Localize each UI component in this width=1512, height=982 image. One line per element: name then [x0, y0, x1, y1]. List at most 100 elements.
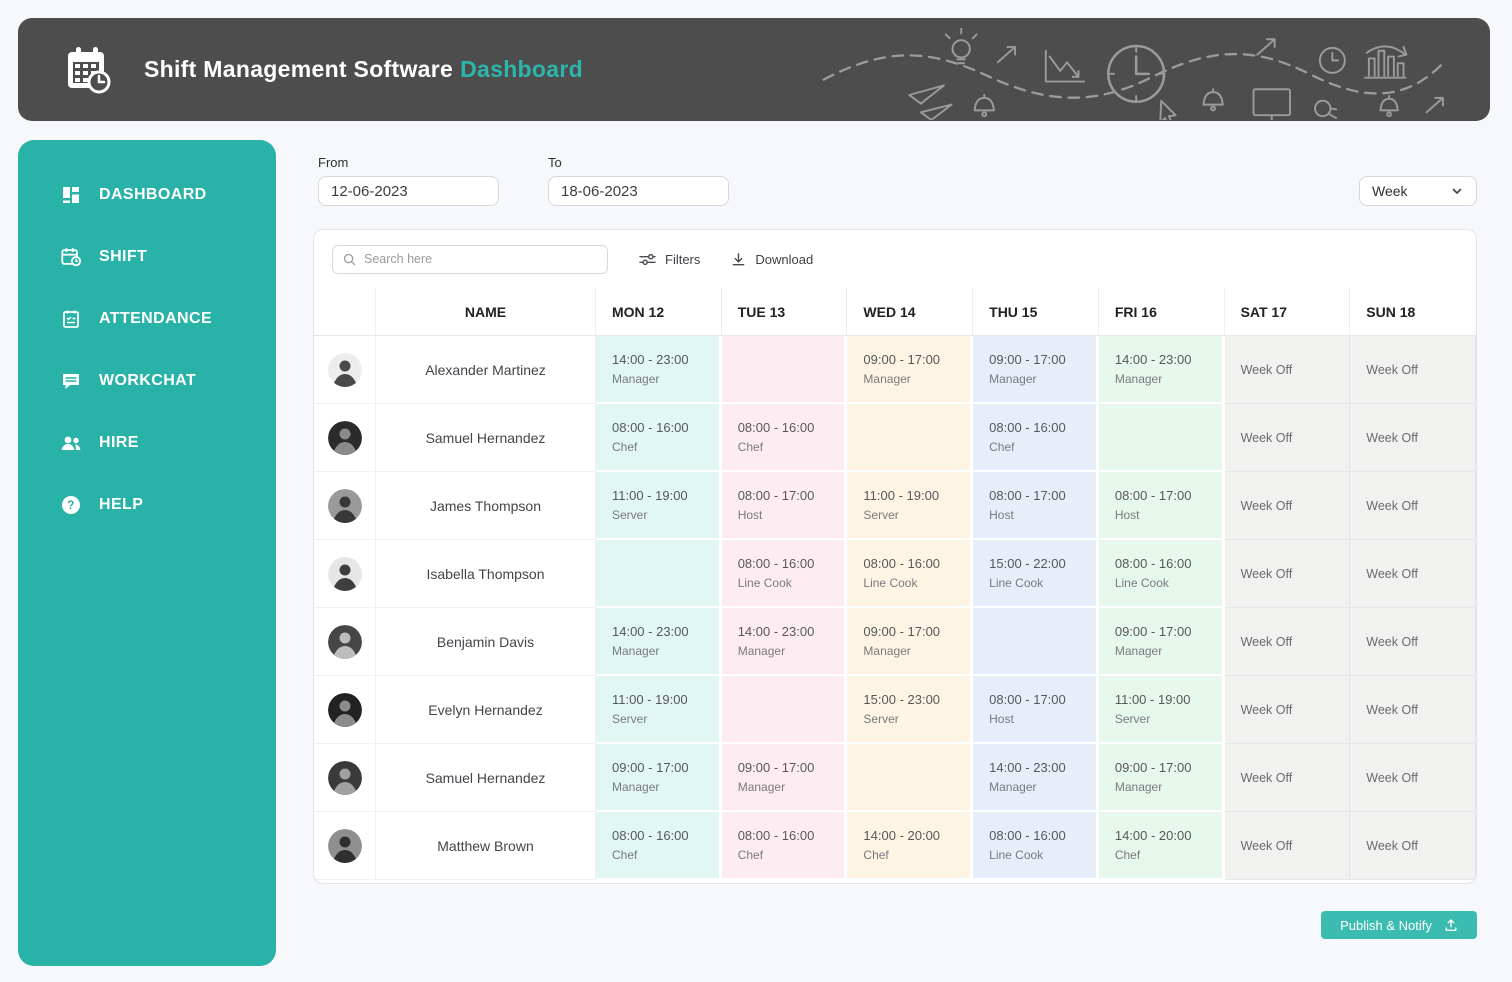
shift-cell[interactable]: Week Off [1225, 404, 1351, 472]
shift-cell[interactable]: 11:00 - 19:00Server [596, 472, 722, 540]
shift-cell[interactable] [722, 336, 848, 404]
download-button[interactable]: Download [731, 252, 813, 267]
shift-cell[interactable]: Week Off [1225, 676, 1351, 744]
sidebar-item-label: HELP [99, 496, 143, 514]
table-row: Benjamin Davis14:00 - 23:00Manager14:00 … [314, 608, 1476, 676]
shift-cell[interactable]: 14:00 - 23:00Manager [1099, 336, 1225, 404]
shift-cell[interactable]: 11:00 - 19:00Server [596, 676, 722, 744]
shift-cell[interactable]: 14:00 - 20:00Chef [1099, 812, 1225, 880]
shift-cell[interactable]: 09:00 - 17:00Manager [722, 744, 848, 812]
sidebar-item-attendance[interactable]: ATTENDANCE [18, 288, 276, 350]
shift-time: 09:00 - 17:00 [612, 760, 719, 775]
table-row: Samuel Hernandez08:00 - 16:00Chef08:00 -… [314, 404, 1476, 472]
to-date-group: To [548, 155, 729, 206]
shift-cell[interactable]: Week Off [1225, 744, 1351, 812]
shift-cell[interactable] [722, 676, 848, 744]
shift-cell[interactable]: 08:00 - 16:00Chef [722, 812, 848, 880]
shift-cell[interactable]: Week Off [1225, 336, 1351, 404]
sidebar-item-dashboard[interactable]: DASHBOARD [18, 164, 276, 226]
week-off-label: Week Off [1241, 431, 1350, 445]
header-doodle-decoration [806, 20, 1476, 120]
shift-cell[interactable] [847, 404, 973, 472]
shift-cell[interactable]: Week Off [1350, 472, 1476, 540]
shift-cell[interactable]: 08:00 - 16:00Chef [596, 404, 722, 472]
period-dropdown[interactable]: Week [1359, 176, 1477, 206]
shift-cell[interactable]: 08:00 - 16:00Line Cook [1099, 540, 1225, 608]
shift-cell[interactable]: 14:00 - 23:00Manager [722, 608, 848, 676]
shift-cell[interactable]: 14:00 - 23:00Manager [596, 608, 722, 676]
shift-cell[interactable]: 08:00 - 16:00Chef [722, 404, 848, 472]
from-date-input[interactable] [318, 176, 499, 206]
shift-cell[interactable]: 08:00 - 17:00Host [722, 472, 848, 540]
shift-cell[interactable]: Week Off [1350, 540, 1476, 608]
shift-role: Chef [1115, 848, 1222, 862]
shift-role: Server [863, 508, 970, 522]
shift-cell[interactable]: 09:00 - 17:00Manager [847, 608, 973, 676]
table-row: Matthew Brown08:00 - 16:00Chef08:00 - 16… [314, 812, 1476, 880]
shift-cell[interactable]: 08:00 - 16:00 Chef [596, 812, 722, 880]
from-label: From [318, 155, 499, 170]
shift-cell[interactable]: Week Off [1225, 472, 1351, 540]
shift-cell[interactable]: 15:00 - 23:00Server [847, 676, 973, 744]
shift-role: Host [989, 508, 1096, 522]
shift-cell[interactable]: Week Off [1350, 676, 1476, 744]
shift-cell[interactable]: 08:00 - 17:00Host [973, 472, 1099, 540]
shift-time: 08:00 - 16:00 [612, 828, 719, 843]
shift-role: Manager [1115, 372, 1222, 386]
shift-cell[interactable] [973, 608, 1099, 676]
shift-cell[interactable]: Week Off [1350, 608, 1476, 676]
shift-cell[interactable]: Week Off [1350, 404, 1476, 472]
week-off-label: Week Off [1241, 363, 1350, 377]
shift-cell[interactable]: Week Off [1350, 744, 1476, 812]
sidebar: DASHBOARDSHIFTATTENDANCEWORKCHAT HIRE ?HEL… [18, 140, 276, 966]
shift-cell[interactable]: 08:00 - 16:00Line Cook [722, 540, 848, 608]
shift-cell[interactable]: 09:00 - 17:00Manager [973, 336, 1099, 404]
shift-cell[interactable]: 09:00 - 17:00Manager [1099, 744, 1225, 812]
sidebar-item-shift[interactable]: SHIFT [18, 226, 276, 288]
shift-cell[interactable]: 14:00 - 20:00Chef [847, 812, 973, 880]
shift-cell[interactable]: 08:00 - 17:00Host [1099, 472, 1225, 540]
table-header-row: NAMEMON 12TUE 13WED 14THU 15FRI 16SAT 17… [314, 288, 1476, 336]
shift-cell[interactable]: 15:00 - 22:00Line Cook [973, 540, 1099, 608]
shift-cell[interactable]: Week Off [1225, 540, 1351, 608]
search-input[interactable] [364, 252, 597, 266]
shift-time: 09:00 - 17:00 [863, 352, 970, 367]
shift-cell[interactable]: 08:00 - 16:00Line Cook [847, 540, 973, 608]
shift-role: Chef [612, 848, 719, 862]
shift-cell[interactable]: 08:00 - 16:00Chef [973, 404, 1099, 472]
column-header-tue-13: TUE 13 [722, 288, 848, 336]
shift-time: 14:00 - 23:00 [612, 624, 719, 639]
shift-cell[interactable]: 09:00 - 17:00Manager [847, 336, 973, 404]
shift-cell[interactable]: Week Off [1225, 812, 1351, 880]
shift-cell[interactable]: 09:00 - 17:00Manager [596, 744, 722, 812]
to-date-input[interactable] [548, 176, 729, 206]
sidebar-item-help[interactable]: ?HELP [18, 474, 276, 536]
shift-cell[interactable]: 14:00 - 23:00Manager [973, 744, 1099, 812]
shift-cell[interactable]: 08:00 - 17:00Host [973, 676, 1099, 744]
week-off-label: Week Off [1366, 839, 1475, 853]
shift-cell[interactable] [1099, 404, 1225, 472]
shift-cell[interactable]: Week Off [1350, 336, 1476, 404]
search-box [332, 245, 608, 274]
shift-role: Server [1115, 712, 1222, 726]
shift-cell[interactable]: 11:00 - 19:00 Server [1099, 676, 1225, 744]
workchat-icon [60, 370, 82, 392]
filters-button[interactable]: Filters [639, 252, 700, 267]
shift-cell[interactable]: 09:00 - 17:00Manager [1099, 608, 1225, 676]
avatar [314, 336, 376, 404]
shift-cell[interactable]: 14:00 - 23:00Manager [596, 336, 722, 404]
shift-cell[interactable] [596, 540, 722, 608]
shift-cell[interactable]: Week Off [1225, 608, 1351, 676]
publish-notify-label: Publish & Notify [1340, 918, 1432, 933]
publish-notify-button[interactable]: Publish & Notify [1321, 911, 1477, 939]
shift-cell[interactable]: 08:00 - 16:00Line Cook [973, 812, 1099, 880]
shift-cell[interactable] [847, 744, 973, 812]
shift-time: 11:00 - 19:00 [1115, 692, 1222, 707]
sidebar-item-label: HIRE [99, 434, 139, 452]
shift-cell[interactable]: 11:00 - 19:00Server [847, 472, 973, 540]
sidebar-item-hire[interactable]: HIRE [18, 412, 276, 474]
shift-cell[interactable]: Week Off [1350, 812, 1476, 880]
shift-role: Manager [863, 644, 970, 658]
sidebar-item-workchat[interactable]: WORKCHAT [18, 350, 276, 412]
shift-time: 08:00 - 16:00 [989, 420, 1096, 435]
